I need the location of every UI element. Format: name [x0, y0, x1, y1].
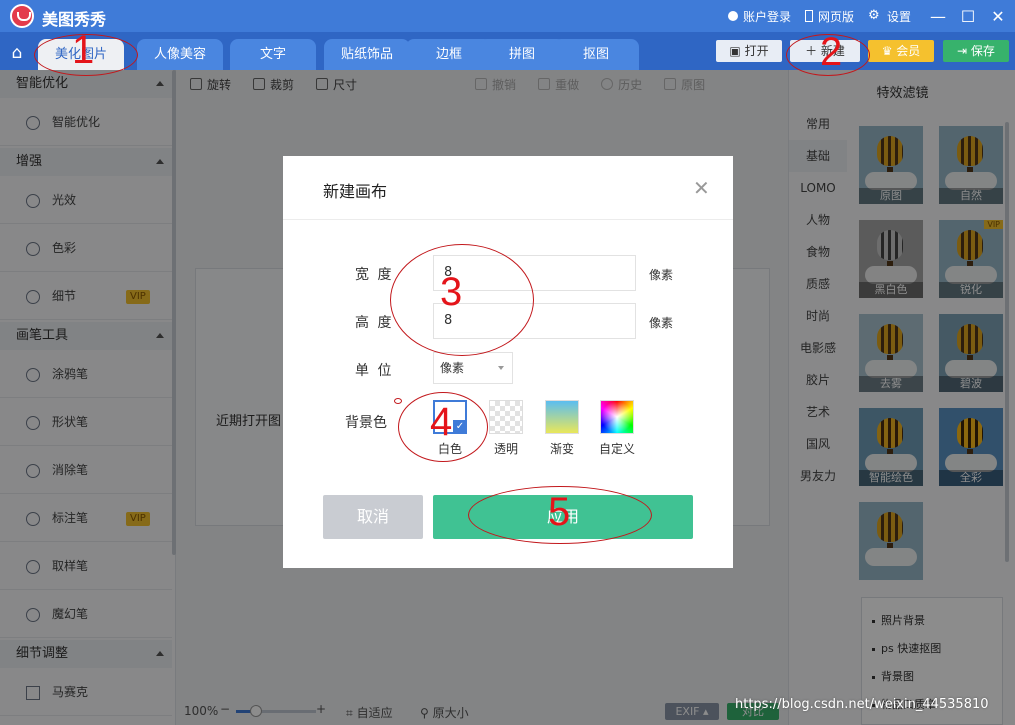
width-label: 宽 度: [355, 267, 394, 283]
home-icon[interactable]: ⌂: [4, 40, 30, 66]
dialog-header: 新建画布 ✕: [283, 156, 733, 220]
swatch-label: 透明: [493, 442, 518, 456]
dialog-title: 新建画布: [323, 182, 388, 201]
app-title: 美图秀秀: [42, 10, 107, 29]
web-version-label: 网页版: [817, 9, 854, 24]
swatch-label: 渐变: [549, 442, 574, 456]
save-button[interactable]: ⇥ 保存: [943, 40, 1009, 62]
tab-portrait[interactable]: 人像美容: [137, 39, 223, 70]
bg-color-label: 背景色: [345, 415, 387, 431]
tab-stickers[interactable]: 贴纸饰品: [324, 39, 410, 70]
settings-link[interactable]: ⚙ 设置: [868, 8, 911, 25]
close-window-button[interactable]: ✕: [985, 0, 1011, 32]
minimize-button[interactable]: —: [925, 0, 951, 32]
titlebar-controls: 账户登录 网页版 ⚙ 设置 — ☐ ✕: [727, 0, 1015, 32]
unit-select[interactable]: 像素: [433, 352, 513, 384]
unit-select-value: 像素: [440, 361, 465, 375]
open-label: 打开: [744, 44, 769, 58]
width-unit: 像素: [649, 268, 674, 282]
save-label: 保存: [970, 44, 995, 58]
height-unit: 像素: [649, 316, 674, 330]
annotation-dot: [394, 398, 402, 404]
swatch-transparent[interactable]: [489, 400, 523, 434]
vip-button[interactable]: ♛ 会员: [868, 40, 934, 62]
app-logo-icon: [10, 4, 34, 28]
annotation-number: 4: [430, 400, 453, 444]
web-version-link[interactable]: 网页版: [804, 8, 854, 25]
tab-cutout[interactable]: 抠图: [553, 39, 639, 70]
annotation-number: 2: [820, 30, 843, 74]
watermark-text: https://blog.csdn.net/weixin_44535810: [735, 697, 989, 712]
phone-icon: [804, 10, 813, 22]
account-login-label: 账户登录: [742, 9, 791, 24]
swatch-custom[interactable]: [600, 400, 634, 434]
swatch-label: 自定义: [598, 442, 635, 456]
chevron-down-icon: [498, 366, 504, 370]
annotation-number: 3: [440, 270, 463, 314]
tab-text[interactable]: 文字: [230, 39, 316, 70]
unit-label: 单 位: [355, 363, 394, 379]
vip-label: 会员: [896, 44, 921, 58]
height-label: 高 度: [355, 315, 394, 331]
annotation-number: 5: [548, 490, 571, 534]
annotation-number: 1: [72, 28, 95, 72]
title-bar: 美图秀秀 账户登录 网页版 ⚙ 设置 — ☐ ✕: [0, 0, 1015, 32]
swatch-gradient[interactable]: [545, 400, 579, 434]
user-icon: [727, 11, 738, 21]
maximize-button[interactable]: ☐: [955, 0, 981, 32]
close-icon[interactable]: ✕: [693, 176, 710, 200]
account-login-link[interactable]: 账户登录: [727, 8, 791, 25]
settings-label: 设置: [886, 9, 911, 24]
open-button[interactable]: ▣ 打开: [716, 40, 782, 62]
cancel-button[interactable]: 取消: [323, 495, 423, 539]
gear-icon: ⚙: [867, 8, 880, 23]
